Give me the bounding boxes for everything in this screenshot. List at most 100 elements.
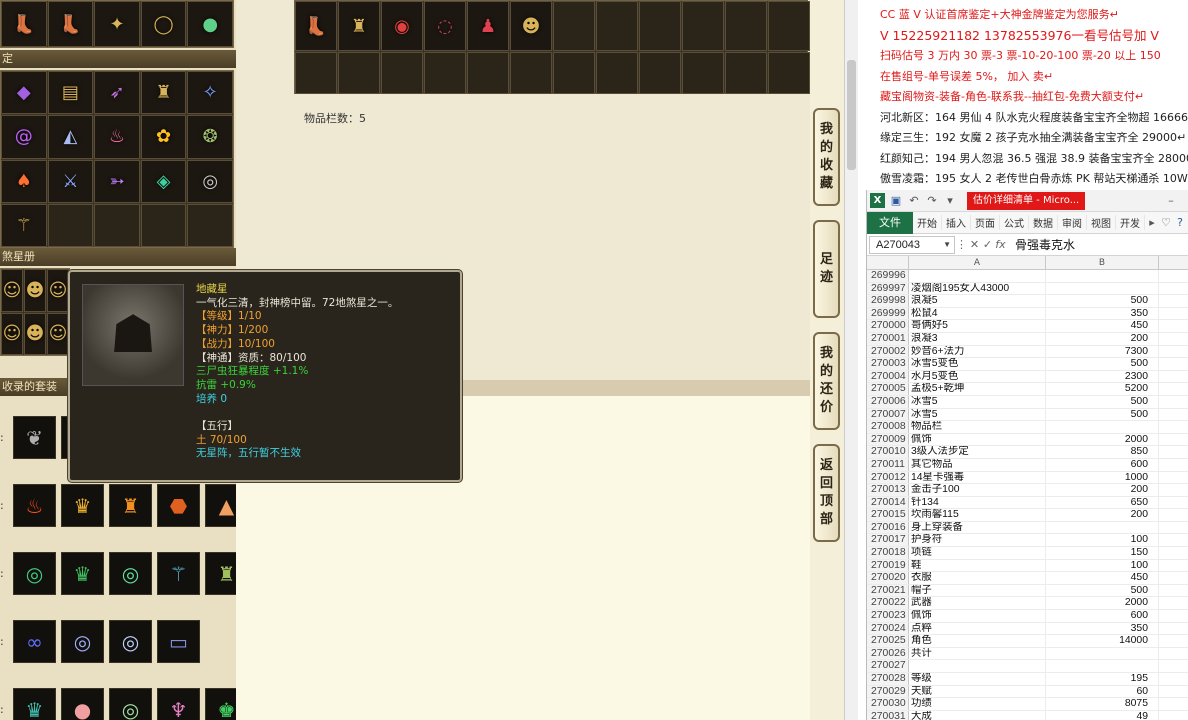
cell-a[interactable]: 物品栏: [909, 421, 1046, 433]
cell-a[interactable]: 武器: [909, 597, 1046, 610]
cell-b[interactable]: 500: [1046, 358, 1159, 370]
set-item[interactable]: ∞: [13, 620, 56, 663]
tab-footprints[interactable]: 足 迹: [813, 220, 840, 318]
tab-formulas[interactable]: 公式: [1000, 215, 1029, 230]
cell-b[interactable]: 2300: [1046, 370, 1159, 383]
cell-b[interactable]: 49: [1046, 710, 1159, 720]
cell-a[interactable]: 冰雪5: [909, 395, 1046, 408]
cell-a[interactable]: 鞋: [909, 559, 1046, 572]
empty-slot[interactable]: [467, 52, 509, 94]
cell-b[interactable]: 8075: [1046, 698, 1159, 710]
inventory-slot[interactable]: ◌: [424, 1, 466, 51]
set-item[interactable]: ⚚: [157, 552, 200, 595]
heart-icon[interactable]: ♡: [1159, 216, 1173, 229]
empty-slot[interactable]: [639, 1, 681, 51]
cell-a[interactable]: 功绩: [909, 698, 1046, 710]
cell-b[interactable]: 100: [1046, 534, 1159, 547]
item-slot[interactable]: 👢: [1, 1, 47, 47]
tab-developer[interactable]: 开发: [1116, 215, 1145, 230]
inventory-slot[interactable]: ♜: [338, 1, 380, 51]
row-number[interactable]: 270025: [867, 635, 909, 647]
cell-a[interactable]: 凌烟阁195女人43000: [909, 282, 1046, 295]
cell-a[interactable]: 松鼠4: [909, 307, 1046, 320]
tab-insert[interactable]: 插入: [942, 215, 971, 230]
cell-a[interactable]: [909, 660, 1046, 672]
tab-review[interactable]: 审阅: [1058, 215, 1087, 230]
cell-b[interactable]: 850: [1046, 446, 1159, 458]
cell-b[interactable]: [1046, 282, 1159, 295]
cell-a[interactable]: 冰雪5: [909, 408, 1046, 421]
empty-slot[interactable]: [47, 203, 94, 247]
cell-b[interactable]: 500: [1046, 395, 1159, 408]
set-item[interactable]: ♛: [61, 484, 104, 527]
row-number[interactable]: 270003: [867, 358, 909, 370]
name-box[interactable]: A270043 ▼: [869, 235, 955, 254]
row-number[interactable]: 270006: [867, 395, 909, 408]
row-number[interactable]: 270007: [867, 408, 909, 421]
cell-b[interactable]: 195: [1046, 673, 1159, 685]
empty-slot[interactable]: [510, 52, 552, 94]
empty-slot[interactable]: [140, 203, 187, 247]
cell-b[interactable]: 2000: [1046, 433, 1159, 446]
tab-page-layout[interactable]: 页面: [971, 215, 1000, 230]
empty-slot[interactable]: [295, 52, 337, 94]
empty-slot[interactable]: [682, 52, 724, 94]
row-number[interactable]: 269998: [867, 295, 909, 307]
item-slot[interactable]: ✦: [94, 1, 140, 47]
row-number[interactable]: 270010: [867, 446, 909, 458]
inventory-slot[interactable]: ♟: [467, 1, 509, 51]
empty-slot[interactable]: [94, 203, 140, 247]
row-number[interactable]: 270022: [867, 597, 909, 610]
set-item[interactable]: ◎: [61, 620, 104, 663]
empty-slot[interactable]: [725, 1, 767, 51]
star-portrait[interactable]: ☻: [24, 269, 46, 312]
cell-a[interactable]: [909, 270, 1046, 282]
row-number[interactable]: 270001: [867, 332, 909, 345]
cell-a[interactable]: 佩饰: [909, 610, 1046, 622]
item-slot[interactable]: ❂: [187, 115, 233, 159]
customize-icon[interactable]: ▾: [943, 194, 957, 208]
select-all-corner[interactable]: [867, 256, 909, 269]
cell-a[interactable]: 身上穿装备: [909, 521, 1046, 534]
row-number[interactable]: 270027: [867, 660, 909, 672]
cell-a[interactable]: 帽子: [909, 584, 1046, 597]
item-slot[interactable]: 👢: [47, 1, 94, 47]
item-slot[interactable]: ◆: [1, 71, 47, 115]
empty-slot[interactable]: [725, 52, 767, 94]
tab-back-to-top[interactable]: 返 回 顶 部: [813, 444, 840, 542]
tab-data[interactable]: 数据: [1029, 215, 1058, 230]
cell-a[interactable]: 针134: [909, 496, 1046, 509]
row-number[interactable]: 270029: [867, 685, 909, 698]
row-number[interactable]: 270009: [867, 433, 909, 446]
minimize-icon[interactable]: –: [1164, 194, 1178, 208]
cell-b[interactable]: 500: [1046, 295, 1159, 307]
set-item[interactable]: ♛: [13, 688, 56, 720]
cell-a[interactable]: 冰雪5变色: [909, 358, 1046, 370]
set-item[interactable]: ♛: [61, 552, 104, 595]
cell-a[interactable]: 天赋: [909, 685, 1046, 698]
cell-b[interactable]: [1046, 521, 1159, 534]
cell-b[interactable]: 200: [1046, 484, 1159, 496]
cell-a[interactable]: 佩饰: [909, 433, 1046, 446]
item-slot[interactable]: ⚔: [47, 159, 94, 203]
star-portrait[interactable]: ☺: [47, 312, 69, 355]
chevron-down-icon[interactable]: ▼: [943, 237, 951, 253]
item-slot[interactable]: ♠: [1, 159, 47, 203]
row-number[interactable]: 270028: [867, 673, 909, 685]
cell-a[interactable]: 浪凝5: [909, 295, 1046, 307]
row-number[interactable]: 270020: [867, 572, 909, 584]
page-scrollbar[interactable]: [844, 0, 858, 720]
cell-b[interactable]: 200: [1046, 332, 1159, 345]
row-number[interactable]: 270015: [867, 509, 909, 521]
row-number[interactable]: 270017: [867, 534, 909, 547]
empty-slot[interactable]: [682, 1, 724, 51]
star-portrait[interactable]: ☺: [47, 269, 69, 312]
row-number[interactable]: 270008: [867, 421, 909, 433]
cell-a[interactable]: 大成: [909, 710, 1046, 720]
set-item[interactable]: ♨: [13, 484, 56, 527]
inventory-slot[interactable]: ☻: [510, 1, 552, 51]
empty-slot[interactable]: [553, 52, 595, 94]
set-item[interactable]: ♜: [109, 484, 152, 527]
item-slot[interactable]: ⚚: [1, 203, 47, 247]
row-number[interactable]: 269996: [867, 270, 909, 282]
